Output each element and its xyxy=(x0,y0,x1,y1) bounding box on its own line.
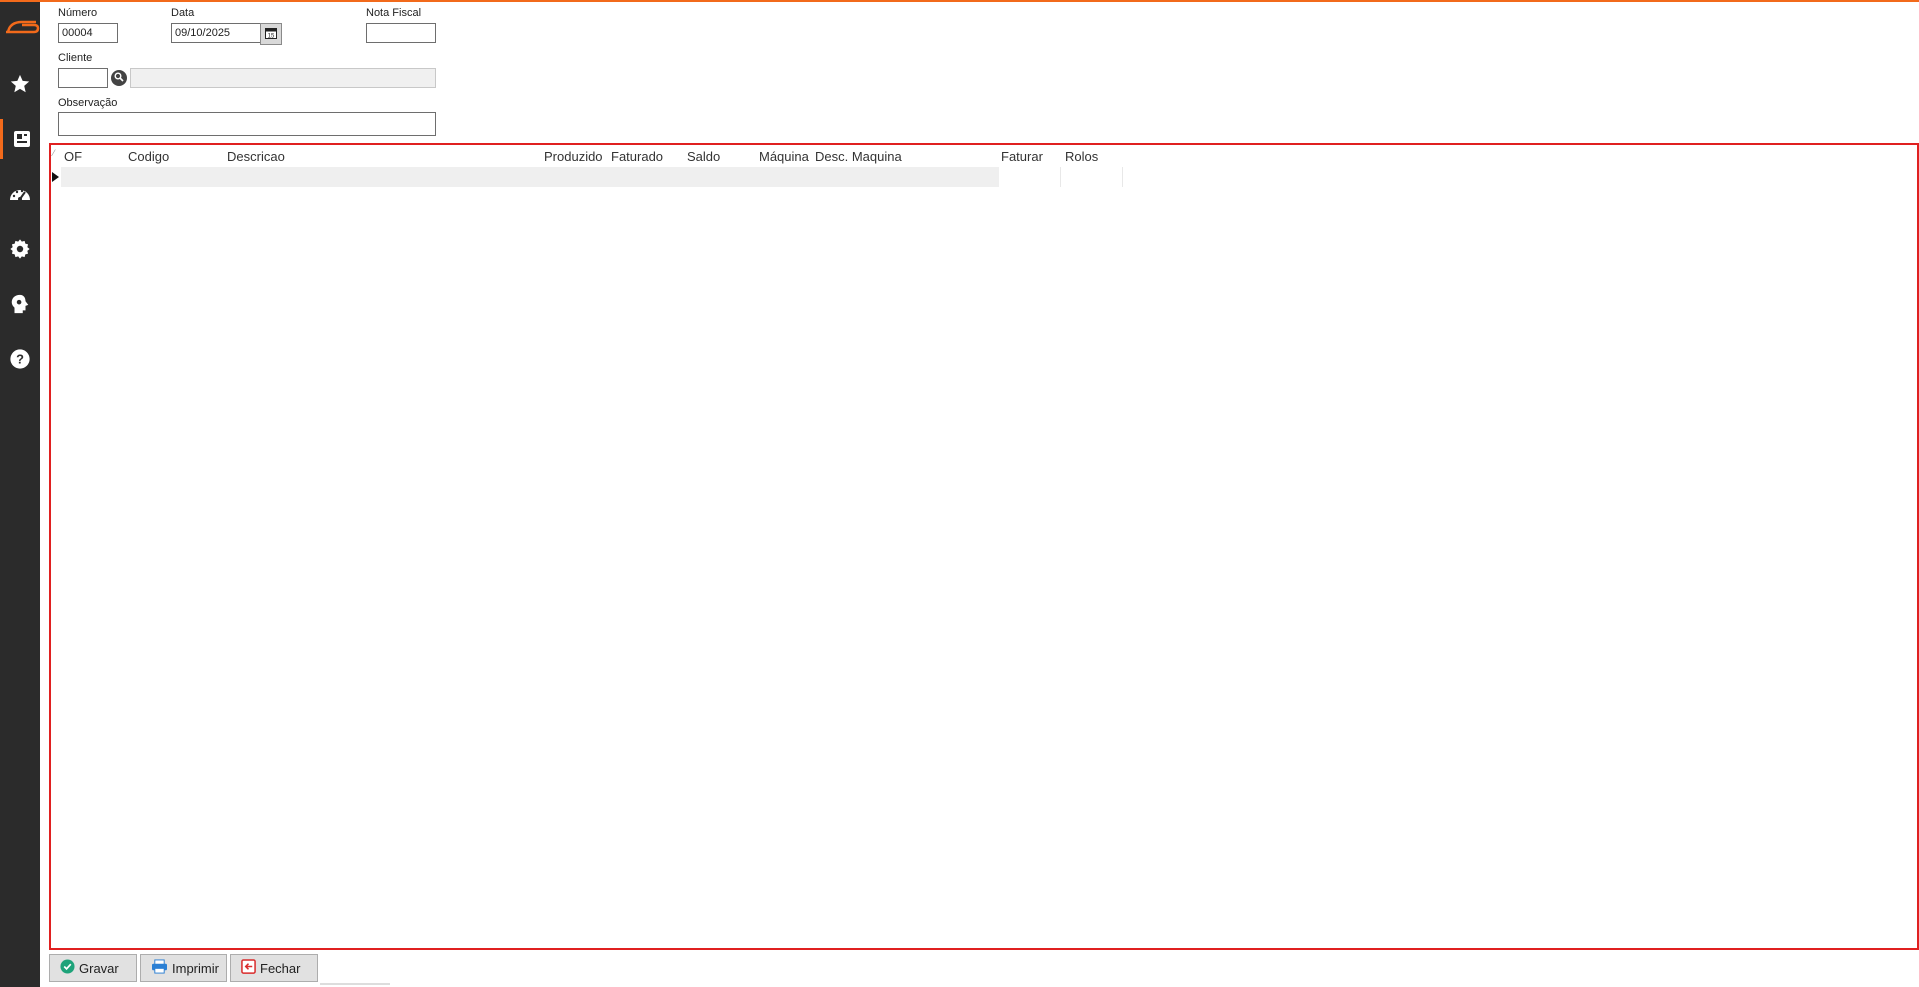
column-header-faturar[interactable]: Faturar xyxy=(1001,149,1043,164)
check-circle-icon xyxy=(60,959,75,977)
documents-button[interactable] xyxy=(0,119,40,159)
logo-icon xyxy=(4,16,44,38)
settings-button[interactable] xyxy=(0,229,40,269)
column-header-desc-maquina[interactable]: Desc. Maquina xyxy=(815,149,902,164)
table-row[interactable] xyxy=(61,167,1133,187)
status-line xyxy=(320,983,390,985)
fechar-button[interactable]: Fechar xyxy=(230,954,318,982)
observacao-field[interactable] xyxy=(58,112,436,136)
cliente-code-field[interactable] xyxy=(58,68,108,88)
svg-text:15: 15 xyxy=(268,33,275,39)
column-header-faturado[interactable]: Faturado xyxy=(611,149,663,164)
column-header-descricao[interactable]: Descricao xyxy=(227,149,285,164)
fechar-label: Fechar xyxy=(260,960,301,976)
items-grid[interactable]: ⁄ OF Codigo Descricao Produzido Faturado… xyxy=(49,143,1919,950)
user-settings-icon xyxy=(9,293,31,315)
exit-icon xyxy=(241,959,256,977)
gear-icon xyxy=(9,238,31,260)
numero-field[interactable] xyxy=(58,23,118,43)
dashboard-icon xyxy=(8,184,32,204)
grid-header: OF Codigo Descricao Produzido Faturado S… xyxy=(51,149,1917,167)
svg-text:?: ? xyxy=(16,352,24,367)
help-icon: ? xyxy=(9,348,31,370)
nota-fiscal-field[interactable] xyxy=(366,23,436,43)
calendar-icon: 15 xyxy=(265,27,277,42)
data-label: Data xyxy=(171,7,195,19)
data-field[interactable] xyxy=(171,23,261,43)
user-settings-button[interactable] xyxy=(0,284,40,324)
document-icon xyxy=(12,129,32,149)
column-header-codigo[interactable]: Codigo xyxy=(128,149,169,164)
gravar-button[interactable]: Gravar xyxy=(49,954,137,982)
printer-icon xyxy=(151,959,168,977)
cliente-search-button[interactable] xyxy=(111,70,127,86)
cliente-label: Cliente xyxy=(58,52,93,64)
column-header-saldo[interactable]: Saldo xyxy=(687,149,720,164)
gravar-label: Gravar xyxy=(79,960,119,976)
star-icon xyxy=(9,73,31,95)
help-button[interactable]: ? xyxy=(0,339,40,379)
current-row-indicator xyxy=(52,172,59,182)
grid-cell-faturar[interactable] xyxy=(999,167,1061,187)
button-bar: Gravar Imprimir Fechar xyxy=(49,952,1919,982)
column-header-maquina[interactable]: Máquina xyxy=(759,149,809,164)
column-header-of[interactable]: OF xyxy=(64,149,82,164)
observacao-label: Observação xyxy=(58,97,118,109)
favorites-button[interactable] xyxy=(0,64,40,104)
dashboard-button[interactable] xyxy=(0,174,40,214)
top-accent-line xyxy=(0,0,1919,2)
sidebar: ? xyxy=(0,2,40,987)
imprimir-label: Imprimir xyxy=(172,960,219,976)
numero-label: Número xyxy=(58,7,98,19)
grid-cell-rolos[interactable] xyxy=(1061,167,1123,187)
column-header-rolos[interactable]: Rolos xyxy=(1065,149,1098,164)
grid-cell[interactable] xyxy=(61,167,999,187)
nota-fiscal-label: Nota Fiscal xyxy=(366,7,422,19)
imprimir-button[interactable]: Imprimir xyxy=(140,954,227,982)
search-icon xyxy=(114,72,124,85)
column-header-produzido[interactable]: Produzido xyxy=(544,149,603,164)
calendar-button[interactable]: 15 xyxy=(260,23,282,45)
cliente-name-field xyxy=(130,68,436,88)
